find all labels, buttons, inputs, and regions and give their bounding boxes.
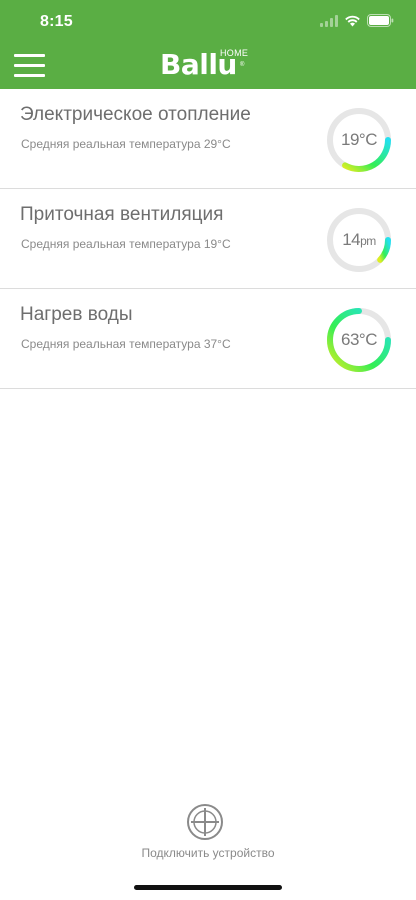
device-row-water-heater[interactable]: Нагрев воды Средняя реальная температура… xyxy=(0,289,416,389)
device-title: Нагрев воды xyxy=(20,304,133,325)
device-list: Электрическое отопление Средняя реальная… xyxy=(0,89,416,389)
device-title: Электрическое отопление xyxy=(20,104,251,125)
device-row-heating[interactable]: Электрическое отопление Средняя реальная… xyxy=(0,89,416,189)
device-gauge: 63°C xyxy=(325,306,393,374)
gauge-value: 14pm xyxy=(342,230,376,249)
gauge-value: 19°C xyxy=(341,130,378,149)
status-icons xyxy=(320,14,394,27)
device-subtitle: Средняя реальная температура 19°C xyxy=(21,237,231,251)
logo-registered-mark: ® xyxy=(240,62,245,68)
device-subtitle: Средняя реальная температура 37°C xyxy=(21,337,231,351)
wifi-icon xyxy=(344,15,361,27)
hamburger-menu-icon[interactable] xyxy=(14,54,46,78)
logo-home-text: HOME xyxy=(220,48,249,58)
add-circle-icon xyxy=(187,804,223,840)
cellular-signal-icon xyxy=(320,14,338,27)
device-subtitle: Средняя реальная температура 29°C xyxy=(21,137,231,151)
device-row-ventilation[interactable]: Приточная вентиляция Средняя реальная те… xyxy=(0,189,416,289)
add-device-button[interactable]: Подключить устройство xyxy=(128,802,288,864)
app-header: 8:15 Ballu HOME ® xyxy=(0,0,416,89)
device-gauge: 14pm xyxy=(325,206,393,274)
home-indicator xyxy=(134,885,282,890)
status-time: 8:15 xyxy=(40,13,73,30)
battery-icon xyxy=(367,14,394,27)
gauge-value: 63°C xyxy=(341,330,378,349)
device-title: Приточная вентиляция xyxy=(20,204,224,225)
add-device-label: Подключить устройство xyxy=(141,846,275,860)
device-gauge: 19°C xyxy=(325,106,393,174)
